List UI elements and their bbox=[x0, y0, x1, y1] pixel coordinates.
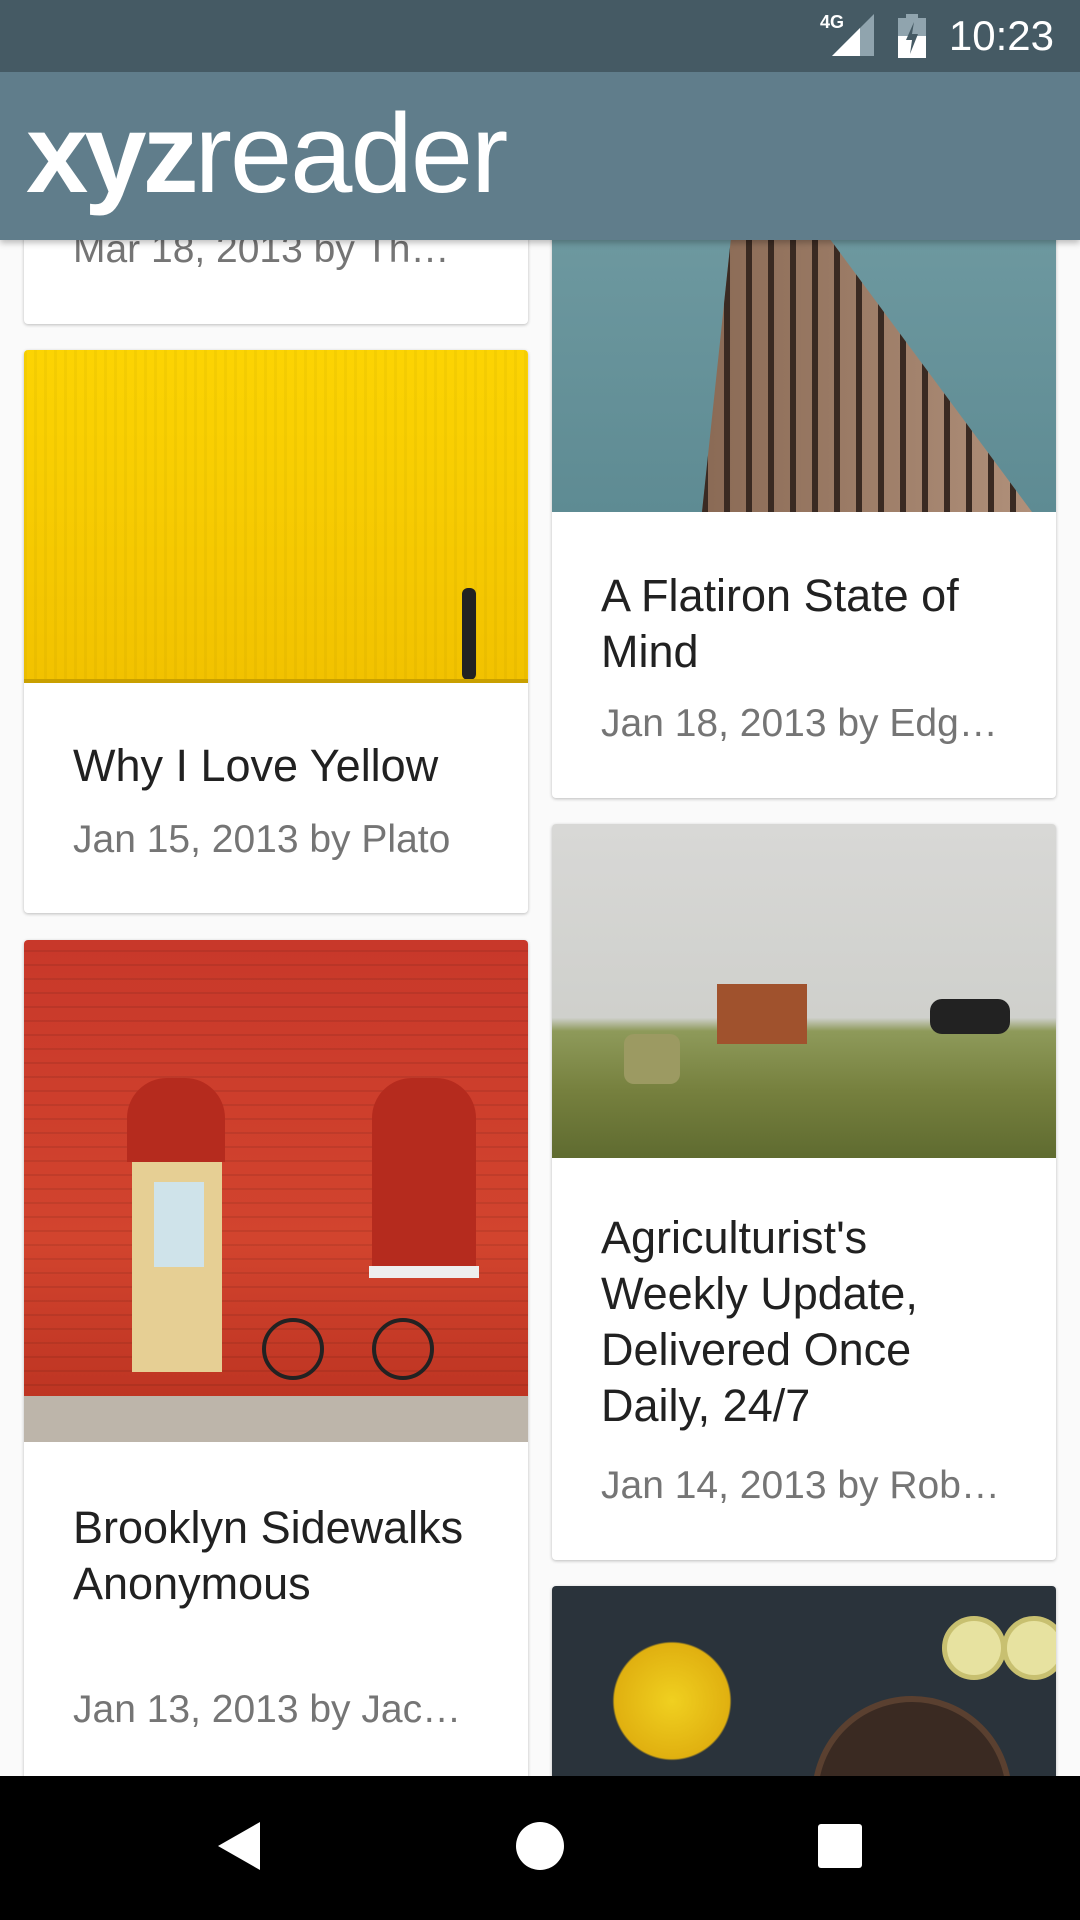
clock: 10:23 bbox=[948, 12, 1054, 59]
article-meta: Jan 14, 2013 by Rob… bbox=[601, 1464, 1000, 1507]
battery-charging-icon bbox=[898, 14, 926, 58]
status-bar: 4G 10:23 bbox=[0, 0, 1080, 72]
article-thumbnail bbox=[24, 350, 528, 683]
article-meta: Jan 13, 2013 by Jac… bbox=[73, 1688, 462, 1731]
article-title: A Flatiron State of Mind bbox=[601, 570, 959, 677]
article-card[interactable]: A Flatiron State of Mind Jan 18, 2013 by… bbox=[552, 200, 1056, 798]
app-logo: xyzreader bbox=[26, 91, 508, 216]
article-thumbnail bbox=[552, 200, 1056, 512]
network-label: 4G bbox=[820, 12, 845, 32]
article-title: Brooklyn Sidewalks Anonymous bbox=[73, 1502, 464, 1609]
app-bar: xyzreader bbox=[0, 72, 1080, 240]
article-title: Agriculturist's Weekly Update, Delivered… bbox=[601, 1212, 918, 1431]
article-card[interactable]: Why I Love Yellow Jan 15, 2013 by Plato bbox=[24, 350, 528, 913]
article-card[interactable]: Agriculturist's Weekly Update, Delivered… bbox=[552, 824, 1056, 1560]
article-meta: Jan 18, 2013 by Edg… bbox=[601, 702, 998, 745]
home-icon[interactable] bbox=[516, 1822, 564, 1870]
recents-icon[interactable] bbox=[818, 1824, 862, 1868]
article-thumbnail bbox=[24, 940, 528, 1442]
back-icon[interactable] bbox=[218, 1822, 260, 1870]
article-title: Why I Love Yellow bbox=[73, 740, 439, 791]
article-meta: Jan 15, 2013 by Plato bbox=[73, 818, 451, 861]
article-card[interactable]: Brooklyn Sidewalks Anonymous Jan 13, 201… bbox=[24, 940, 528, 1800]
article-thumbnail bbox=[552, 824, 1056, 1158]
navigation-bar bbox=[0, 1776, 1080, 1920]
